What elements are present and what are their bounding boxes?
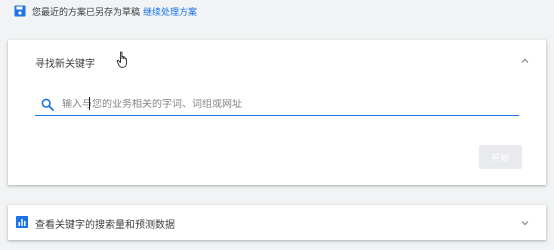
start-button[interactable]: 开始 <box>479 145 522 169</box>
search-icon <box>41 98 54 111</box>
notice-text: 您最近的方案已另存为草稿 <box>32 7 141 18</box>
keyword-search-input[interactable] <box>62 98 519 110</box>
collapse-chevron-icon[interactable] <box>520 56 530 66</box>
keyword-search-field[interactable] <box>35 93 519 116</box>
find-keywords-title: 寻找新关键字 <box>35 59 95 70</box>
find-keywords-card: 寻找新关键字 开始 <box>8 40 546 185</box>
save-icon <box>14 5 26 17</box>
bar-chart-icon <box>16 216 28 228</box>
forecast-title: 查看关键字的搜索量和预测数据 <box>35 220 175 231</box>
expand-chevron-icon[interactable] <box>520 218 530 228</box>
continue-plan-link[interactable]: 继续处理方案 <box>143 5 197 18</box>
forecast-card[interactable]: 查看关键字的搜索量和预测数据 <box>8 205 546 240</box>
draft-saved-notice: 您最近的方案已另存为草稿 继续处理方案 <box>14 3 197 19</box>
hand-cursor-icon <box>116 51 127 68</box>
text-caret <box>89 97 90 110</box>
